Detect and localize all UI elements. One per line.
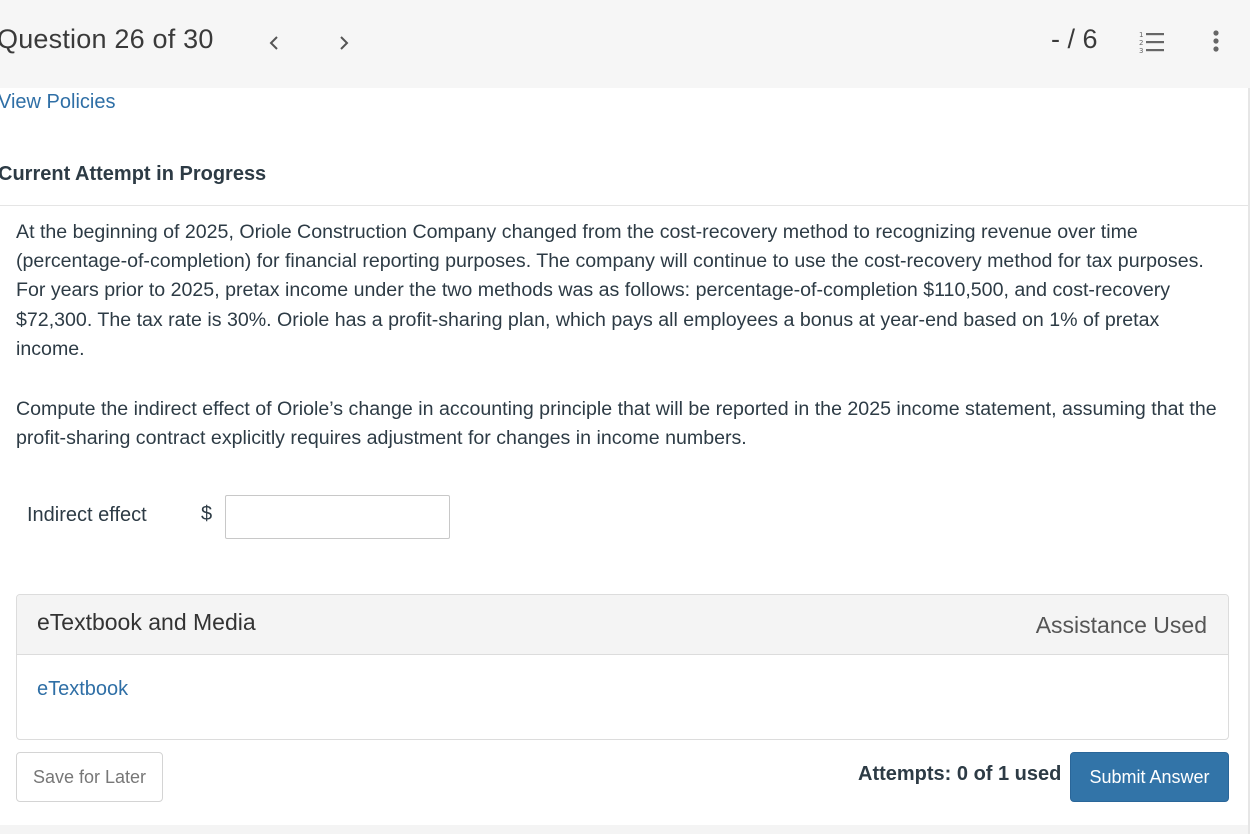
attempt-status-heading: Current Attempt in Progress: [0, 163, 267, 185]
more-options-button[interactable]: [1204, 28, 1228, 56]
question-counter: Question 26 of 30: [0, 24, 214, 54]
submit-answer-button[interactable]: Submit Answer: [1070, 752, 1229, 802]
svg-text:1: 1: [1139, 31, 1143, 39]
media-panel-title: eTextbook and Media: [37, 609, 256, 635]
etextbook-link[interactable]: eTextbook: [37, 678, 128, 701]
chevron-right-icon: [340, 36, 349, 50]
indirect-effect-input[interactable]: [225, 495, 450, 539]
question-instruction: Compute the indirect effect of Oriole’s …: [16, 398, 1217, 450]
svg-text:2: 2: [1139, 39, 1143, 47]
score-display: - / 6: [1051, 24, 1098, 54]
media-panel-header: eTextbook and Media Assistance Used: [17, 595, 1228, 655]
question-header-bar: Question 26 of 30 - / 6 1 2 3: [0, 0, 1250, 88]
question-list-button[interactable]: 1 2 3: [1136, 28, 1168, 56]
save-for-later-button[interactable]: Save for Later: [16, 752, 163, 802]
attempts-counter: Attempts: 0 of 1 used: [858, 763, 1062, 785]
question-text: At the beginning of 2025, Oriole Constru…: [16, 221, 1204, 360]
footer-band: [0, 825, 1250, 834]
previous-question-button[interactable]: [259, 26, 289, 60]
more-vertical-icon: [1213, 30, 1219, 52]
svg-text:3: 3: [1139, 47, 1143, 55]
assistance-used-label: Assistance Used: [1035, 612, 1207, 638]
answer-label: Indirect effect: [27, 504, 147, 526]
currency-symbol: $: [201, 503, 213, 525]
numbered-list-icon: 1 2 3: [1139, 31, 1164, 55]
next-question-button[interactable]: [329, 26, 359, 60]
chevron-left-icon: [269, 36, 278, 50]
view-policies-link[interactable]: View Policies: [0, 91, 115, 114]
etextbook-media-panel: eTextbook and Media Assistance Used eTex…: [16, 594, 1229, 740]
divider: [0, 205, 1250, 206]
